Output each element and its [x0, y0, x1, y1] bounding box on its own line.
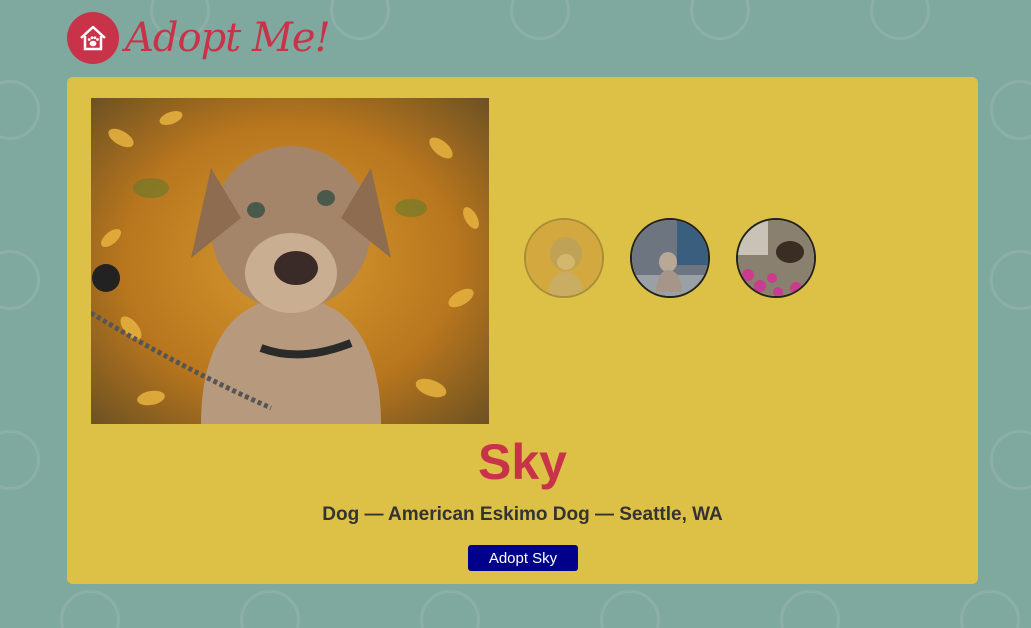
dog-with-flowers-photo: [738, 220, 814, 296]
dog-in-leaves-photo: [526, 220, 602, 296]
pet-details-card: Sky Dog — American Eskimo Dog — Seattle,…: [67, 77, 978, 584]
dog-by-stream-photo: [632, 220, 708, 296]
adopt-button[interactable]: Adopt Sky: [468, 545, 578, 571]
thumbnail-carousel: [524, 218, 816, 298]
hero-image: [91, 98, 489, 424]
pet-details: Dog — American Eskimo Dog — Seattle, WA: [322, 504, 723, 525]
house-paw-icon: [67, 12, 119, 64]
thumbnail-1[interactable]: [524, 218, 604, 298]
thumbnail-2[interactable]: [630, 218, 710, 298]
logo-text: Adopt Me!: [125, 15, 331, 61]
thumbnail-3[interactable]: [736, 218, 816, 298]
dog-in-leaves-photo: [91, 98, 489, 424]
logo-link[interactable]: Adopt Me!: [67, 12, 331, 64]
pet-name: Sky: [478, 434, 567, 490]
